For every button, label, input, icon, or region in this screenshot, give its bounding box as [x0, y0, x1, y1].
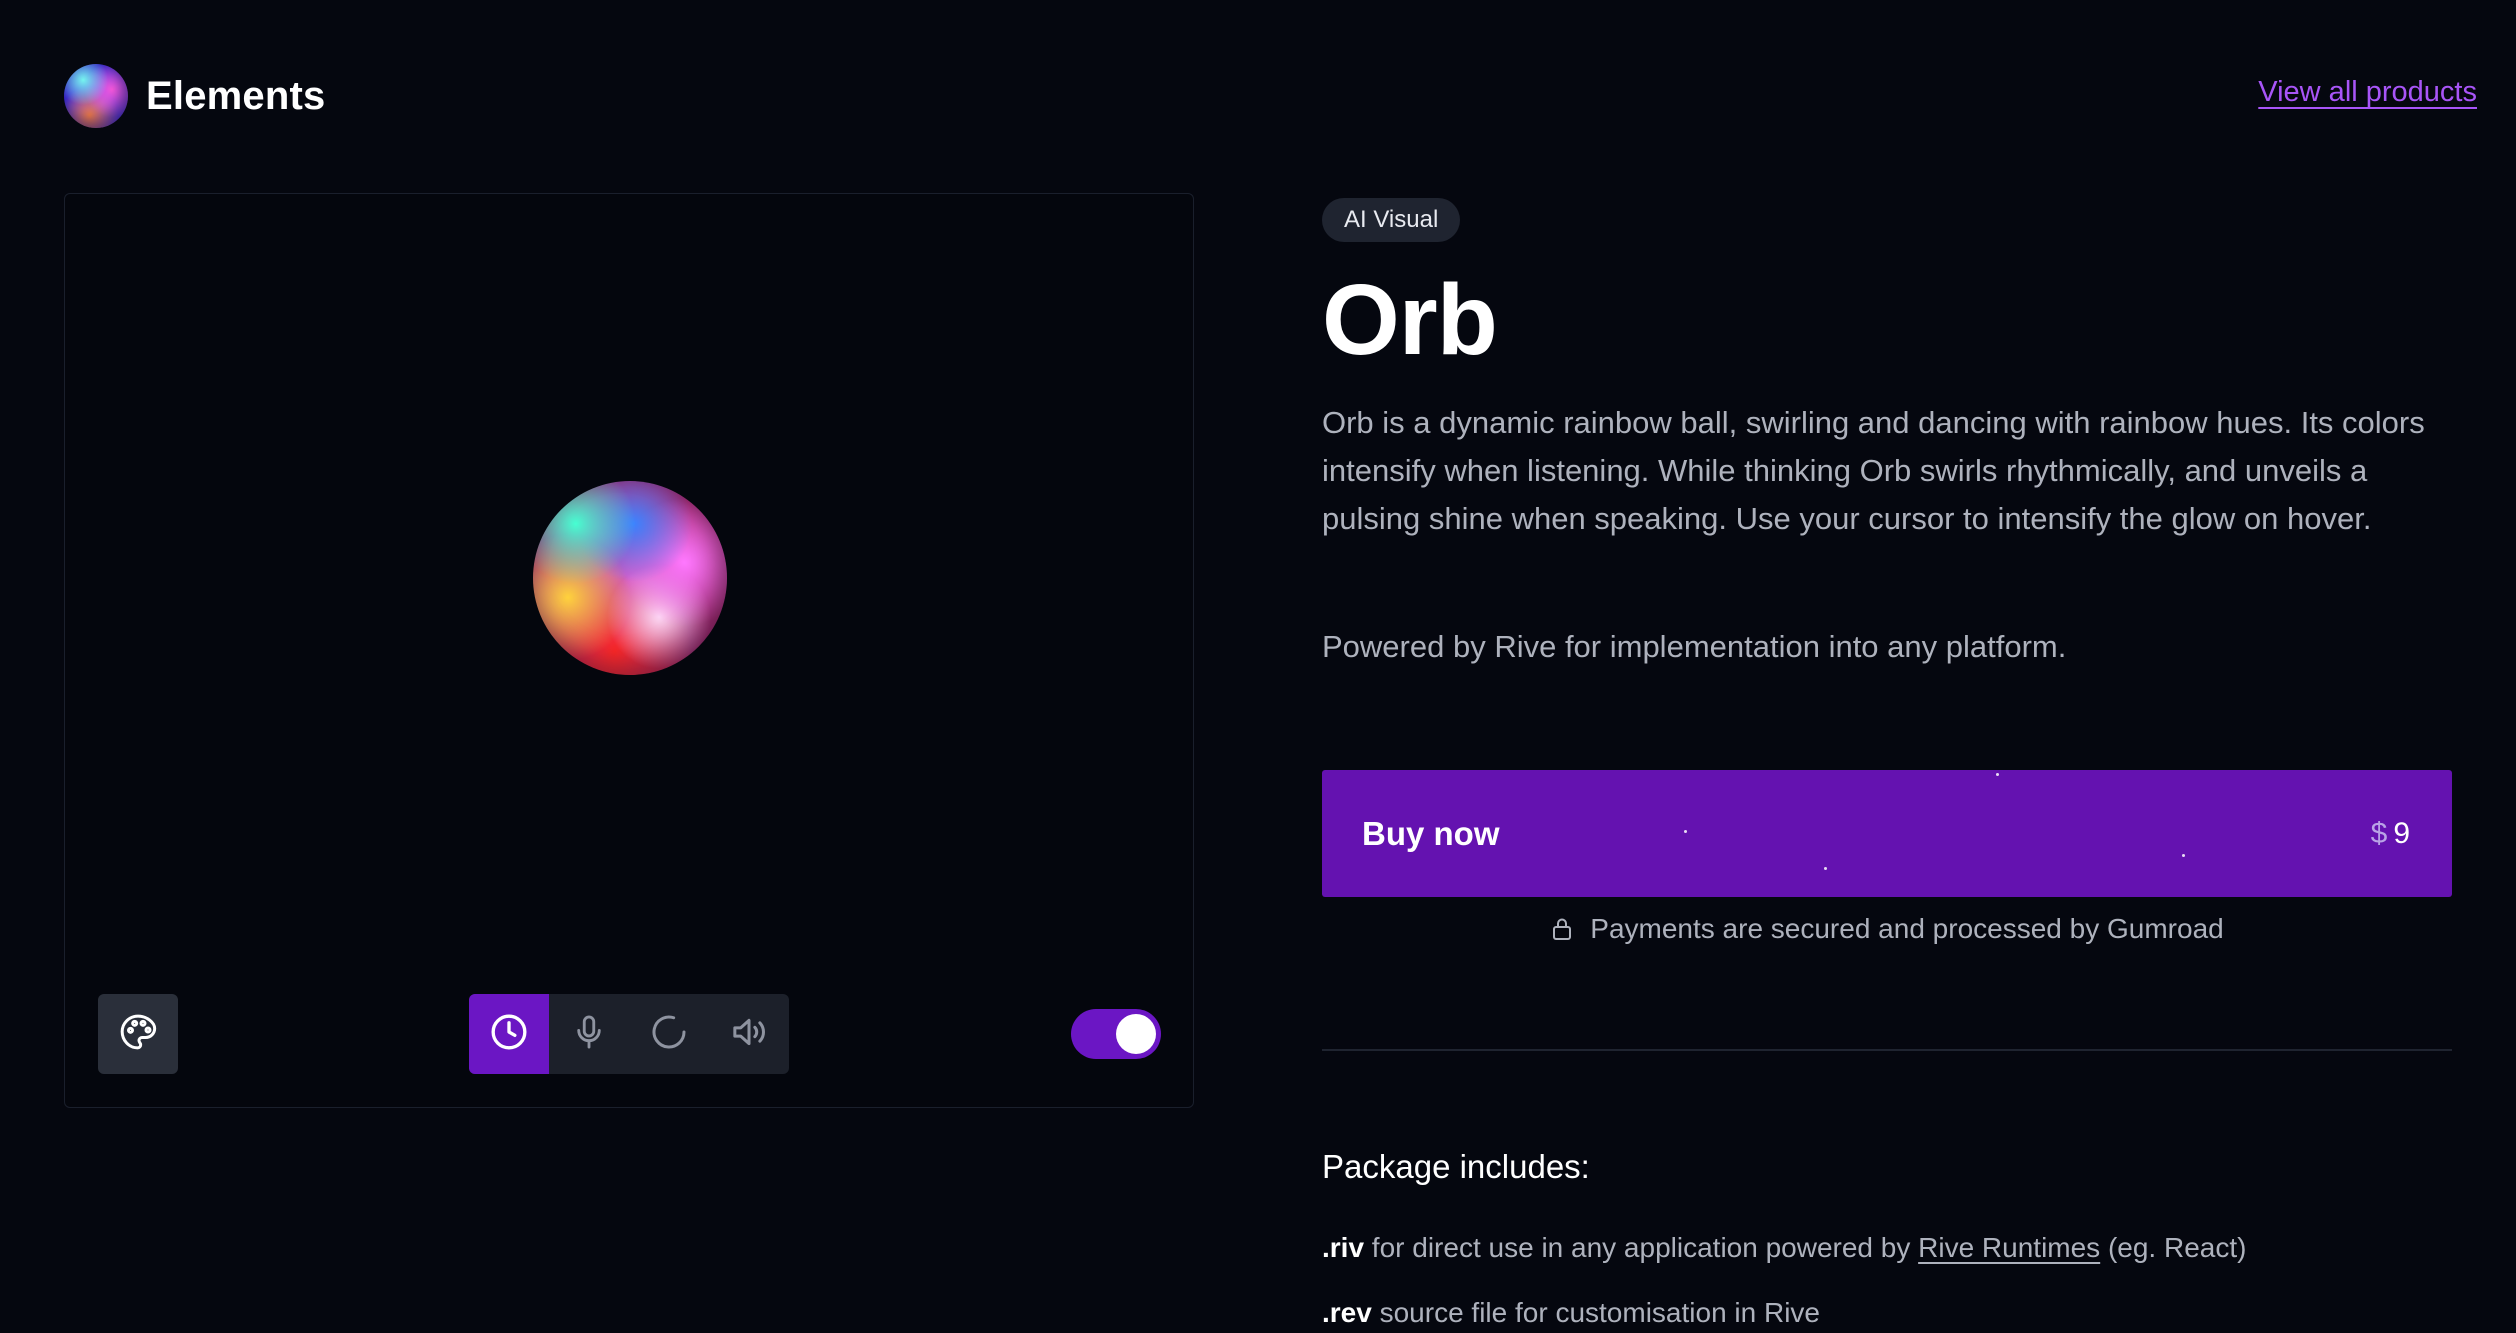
brand[interactable]: Elements [64, 64, 325, 128]
package-item-key: .riv [1322, 1232, 1365, 1263]
package-item-text-after: (eg. React) [2100, 1232, 2247, 1263]
mic-icon [570, 1013, 608, 1056]
clock-icon [489, 1012, 529, 1057]
spinner-icon [649, 1012, 689, 1057]
lock-icon [1550, 916, 1574, 942]
powered-by-text: Powered by Rive for implementation into … [1322, 629, 2067, 664]
currency-symbol: $ [2370, 817, 2388, 850]
orb-preview-panel [64, 193, 1194, 1108]
state-listening-button[interactable] [549, 994, 629, 1074]
price-amount: 9 [2393, 817, 2410, 850]
category-badge: AI Visual [1322, 198, 1461, 242]
sparkle [2182, 854, 2185, 857]
orb-animation[interactable] [533, 481, 727, 675]
buy-now-label: Buy now [1362, 815, 1500, 852]
state-speaking-button[interactable] [709, 994, 789, 1074]
buy-now-button[interactable]: Buy now $9 [1322, 770, 2452, 897]
sparkle [1824, 867, 1827, 870]
package-item: .riv for direct use in any application p… [1322, 1228, 2246, 1268]
package-item-key: .rev [1322, 1297, 1372, 1328]
brand-logo-orb-icon [64, 64, 128, 128]
product-title: Orb [1322, 264, 1498, 376]
speaker-icon [729, 1012, 769, 1057]
palette-button[interactable] [98, 994, 178, 1074]
brand-name: Elements [146, 73, 326, 118]
secure-payment-text: Payments are secured and processed by Gu… [1590, 913, 2224, 944]
sparkle [1996, 773, 1999, 776]
package-includes-heading: Package includes: [1322, 1148, 1590, 1185]
sparkle [1684, 830, 1687, 833]
orb-state-selector [469, 994, 789, 1074]
hover-glow-toggle[interactable] [1071, 1009, 1161, 1059]
secure-payment-note: Payments are secured and processed by Gu… [1322, 913, 2452, 945]
state-thinking-button[interactable] [629, 994, 709, 1074]
package-item-text: source file for customisation in Rive [1371, 1297, 1821, 1328]
price: $9 [2371, 770, 2410, 897]
package-item-text: for direct use in any application powere… [1364, 1232, 1919, 1263]
section-divider [1322, 1049, 2452, 1051]
package-item: .rev source file for customisation in Ri… [1322, 1293, 1820, 1333]
view-all-products-link[interactable]: View all products [2258, 76, 2477, 109]
site-header: Elements View all products [64, 64, 2477, 128]
palette-icon [118, 1012, 158, 1057]
rive-runtimes-link[interactable]: Rive Runtimes [1918, 1232, 2100, 1263]
product-description: Orb is a dynamic rainbow ball, swirling … [1322, 405, 2425, 536]
toggle-knob [1116, 1014, 1156, 1054]
state-idle-button[interactable] [469, 994, 549, 1074]
